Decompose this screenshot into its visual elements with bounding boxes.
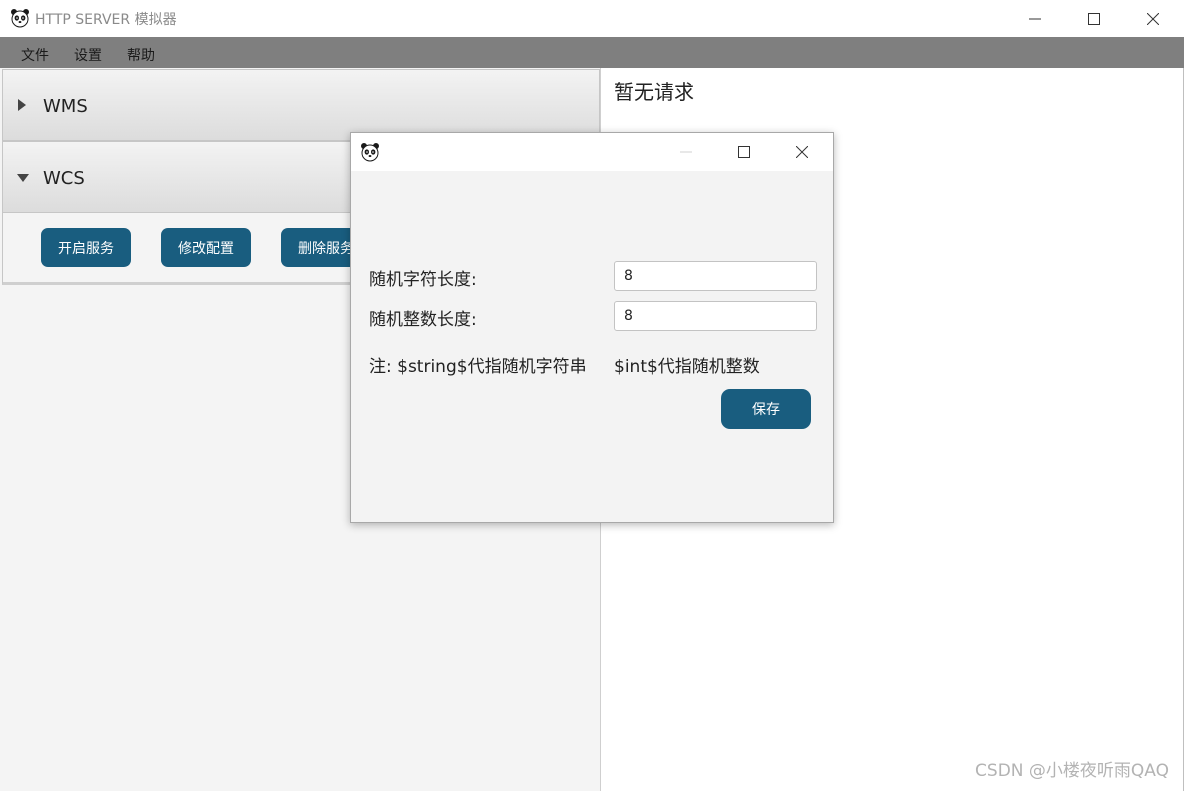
dialog-titlebar[interactable] bbox=[351, 133, 833, 171]
string-length-input[interactable] bbox=[614, 261, 817, 291]
int-length-input[interactable] bbox=[614, 301, 817, 331]
caret-right-icon bbox=[18, 99, 26, 111]
window-title: HTTP SERVER 模拟器 bbox=[35, 12, 177, 28]
menu-help[interactable]: 帮助 bbox=[127, 45, 155, 65]
empty-request-text: 暂无请求 bbox=[614, 80, 694, 104]
accordion-header-wms[interactable]: WMS bbox=[2, 69, 600, 141]
minimize-button[interactable] bbox=[1006, 0, 1064, 37]
maximize-button[interactable] bbox=[1065, 0, 1123, 37]
int-length-label: 随机整数长度: bbox=[369, 310, 477, 330]
panda-icon bbox=[10, 8, 30, 28]
close-button[interactable] bbox=[1124, 0, 1182, 37]
maximize-icon bbox=[738, 146, 750, 158]
close-icon bbox=[1147, 12, 1159, 25]
minimize-icon bbox=[1029, 18, 1041, 19]
menu-settings[interactable]: 设置 bbox=[74, 45, 102, 65]
accordion-label-wms: WMS bbox=[43, 96, 88, 117]
close-icon bbox=[796, 146, 808, 158]
accordion-label-wcs: WCS bbox=[43, 168, 85, 189]
start-service-button[interactable]: 开启服务 bbox=[41, 228, 131, 267]
dialog-minimize-button[interactable] bbox=[663, 133, 709, 171]
panda-icon bbox=[360, 142, 380, 162]
minimize-icon bbox=[680, 151, 692, 153]
caret-down-icon bbox=[17, 174, 29, 182]
note-string-text: 注: $string$代指随机字符串 bbox=[369, 357, 587, 377]
note-int-text: $int$代指随机整数 bbox=[614, 357, 760, 377]
menubar: 文件 设置 帮助 bbox=[0, 37, 1184, 68]
save-button[interactable]: 保存 bbox=[721, 389, 811, 429]
watermark: CSDN @小楼夜听雨QAQ bbox=[975, 761, 1169, 781]
edit-config-button[interactable]: 修改配置 bbox=[161, 228, 251, 267]
string-length-label: 随机字符长度: bbox=[369, 270, 477, 290]
maximize-icon bbox=[1088, 12, 1100, 25]
menu-file[interactable]: 文件 bbox=[21, 45, 49, 65]
dialog-close-button[interactable] bbox=[779, 133, 825, 171]
window-titlebar[interactable]: HTTP SERVER 模拟器 bbox=[0, 0, 1184, 37]
config-dialog: 随机字符长度: 随机整数长度: 注: $string$代指随机字符串 $int$… bbox=[350, 132, 834, 523]
dialog-maximize-button[interactable] bbox=[721, 133, 767, 171]
